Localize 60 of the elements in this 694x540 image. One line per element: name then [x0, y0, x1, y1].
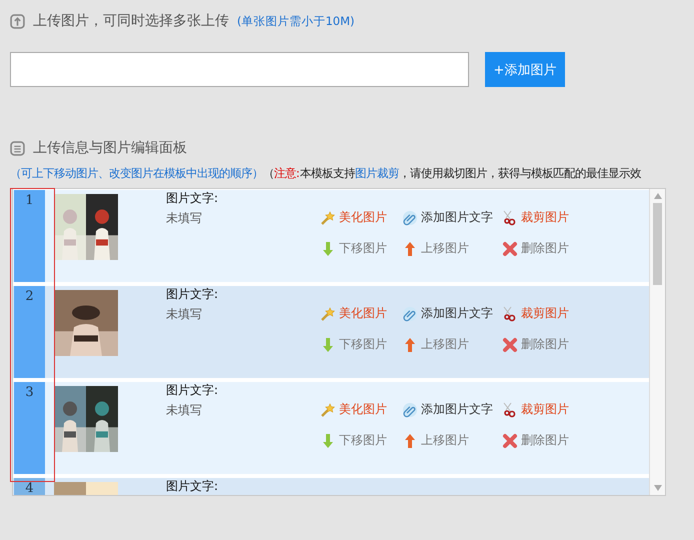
paperclip-icon: [402, 306, 418, 322]
up-arrow-icon: [402, 432, 418, 448]
scissors-icon: [502, 402, 518, 418]
upload-icon: [10, 14, 25, 28]
caption-value: 未填写: [166, 306, 203, 323]
action-link[interactable]: 添加图片文字: [402, 305, 493, 322]
action-link[interactable]: 下移图片: [320, 336, 387, 353]
action-link[interactable]: 上移图片: [402, 432, 469, 449]
upload-title: 上传图片，可同时选择多张上传: [33, 12, 229, 30]
caption-label: 图片文字:: [166, 479, 220, 494]
action-link[interactable]: 裁剪图片: [502, 209, 569, 226]
row-number: 1: [14, 190, 45, 282]
star-wand-icon: [320, 210, 336, 226]
paperclip-icon: [402, 402, 418, 418]
caption-value: 未填写: [166, 402, 203, 419]
row-number: 3: [14, 382, 45, 474]
action-link[interactable]: 裁剪图片: [502, 305, 569, 322]
scissors-icon: [502, 306, 518, 322]
delete-icon: [502, 432, 518, 448]
star-wand-icon: [320, 402, 336, 418]
action-link[interactable]: 删除图片: [502, 432, 569, 449]
star-wand-icon: [320, 306, 336, 322]
scrollbar[interactable]: [649, 189, 665, 495]
scissors-icon: [502, 210, 518, 226]
action-link[interactable]: 美化图片: [320, 305, 387, 322]
scroll-down-icon[interactable]: [652, 484, 662, 492]
size-hint: (单张图片需小于10M): [237, 14, 355, 28]
action-link[interactable]: 添加图片文字: [402, 401, 493, 418]
panel-title: 上传信息与图片编辑面板: [33, 139, 187, 157]
up-arrow-icon: [402, 336, 418, 352]
action-link[interactable]: 上移图片: [402, 336, 469, 353]
action-link[interactable]: 美化图片: [320, 401, 387, 418]
action-link[interactable]: 美化图片: [320, 209, 387, 226]
up-arrow-icon: [402, 240, 418, 256]
delete-icon: [502, 240, 518, 256]
caption-label: 图片文字:: [166, 383, 220, 398]
row-number: 4: [14, 478, 45, 495]
crop-link[interactable]: 图片裁剪: [354, 166, 399, 180]
action-link[interactable]: 上移图片: [402, 240, 469, 257]
caption-label: 图片文字:: [166, 287, 220, 302]
delete-icon: [502, 336, 518, 352]
list-icon: [10, 140, 25, 156]
scroll-thumb[interactable]: [653, 203, 662, 285]
scroll-up-icon[interactable]: [652, 192, 662, 200]
action-link[interactable]: 下移图片: [320, 432, 387, 449]
paperclip-icon: [402, 210, 418, 226]
action-link[interactable]: 裁剪图片: [502, 401, 569, 418]
file-field[interactable]: [10, 52, 469, 87]
add-image-button[interactable]: +添加图片: [485, 52, 565, 87]
action-link[interactable]: 添加图片文字: [402, 209, 493, 226]
caption-label: 图片文字:: [166, 191, 220, 206]
action-link[interactable]: 下移图片: [320, 240, 387, 257]
row-number: 2: [14, 286, 45, 378]
down-arrow-icon: [320, 432, 336, 448]
down-arrow-icon: [320, 240, 336, 256]
caption-value: 未填写: [166, 210, 203, 227]
down-arrow-icon: [320, 336, 336, 352]
action-link[interactable]: 删除图片: [502, 336, 569, 353]
action-link[interactable]: 删除图片: [502, 240, 569, 257]
panel-note: （可上下移动图片、改变图片在模板中出现的顺序）（注意:本模板支持图片裁剪，请使用裁切图片，获得与模板匹配的最佳显示效: [10, 165, 642, 181]
